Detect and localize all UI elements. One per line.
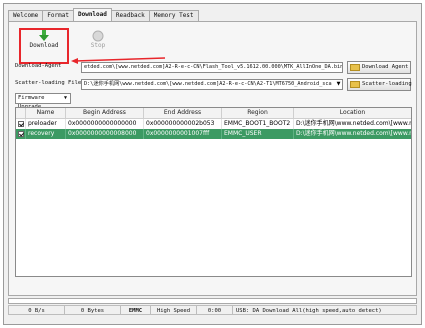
stop-icon: [92, 30, 104, 42]
status-speed: 0 B/s: [8, 305, 64, 315]
stop-button-label: Stop: [90, 42, 106, 49]
status-time: 0:00: [196, 305, 232, 315]
status-area: 0 B/s 0 Bytes EMMC High Speed 0:00 USB: …: [8, 298, 417, 316]
download-agent-field[interactable]: etded.com\[www.netded.com]A2-R-e-c-CN\Fl…: [81, 62, 343, 73]
status-mode: High Speed: [150, 305, 196, 315]
chevron-down-icon: ▼: [63, 95, 67, 101]
column-header-location: Location: [339, 109, 366, 116]
download-panel: Download Stop Download-Agent etded.com\[…: [8, 21, 417, 296]
row-begin: 0x0000000000008000: [66, 129, 144, 139]
tab-welcome[interactable]: Welcome: [8, 10, 44, 21]
progress-bar: [8, 298, 417, 304]
folder-icon: [350, 81, 360, 88]
column-header-begin: Begin Address: [66, 108, 144, 118]
row-name: recovery: [26, 129, 66, 139]
main-window: Welcome Format Download Readback Memory …: [3, 3, 422, 325]
row-region: EMMC_BOOT1_BOOT2: [222, 119, 294, 129]
status-info: USB: DA Download All(high speed,auto det…: [232, 305, 417, 315]
column-header-end: End Address: [144, 108, 222, 118]
row-location[interactable]: D:\迷你手机网\www.netded.com\[www.n...: [294, 119, 411, 129]
tab-readback[interactable]: Readback: [110, 10, 150, 21]
table-row[interactable]: recovery 0x0000000000008000 0x0000000001…: [16, 129, 411, 139]
column-header-check: [16, 108, 26, 118]
status-bar: 0 B/s 0 Bytes EMMC High Speed 0:00 USB: …: [8, 305, 417, 315]
row-checkbox[interactable]: [16, 119, 26, 129]
download-agent-button[interactable]: Download Agent: [347, 61, 411, 74]
row-begin: 0x0000000000000000: [66, 119, 144, 129]
tab-memory-test[interactable]: Memory Test: [148, 10, 199, 21]
row-region: EMMC_USER: [222, 129, 294, 139]
row-checkbox[interactable]: [16, 129, 26, 139]
column-header-name: Name: [26, 108, 66, 118]
scatter-loading-button-label: Scatter-loading: [362, 81, 412, 87]
scatter-loading-label: Scatter-loading File: [15, 80, 82, 86]
status-bytes: 0 Bytes: [64, 305, 120, 315]
column-header-region: Region: [222, 108, 294, 118]
chevron-down-icon[interactable]: ▼: [335, 80, 342, 89]
partition-table: Name Begin Address End Address Region Lo…: [15, 107, 412, 277]
row-name: preloader: [26, 119, 66, 129]
folder-icon: [350, 64, 360, 71]
status-storage: EMMC: [120, 305, 150, 315]
scatter-loading-field[interactable]: D:\迷你手机网\www.netded.com\[www.netded.com]…: [81, 79, 343, 90]
tab-format[interactable]: Format: [42, 10, 74, 21]
tab-bar: Welcome Format Download Readback Memory …: [8, 8, 199, 22]
download-agent-label: Download-Agent: [15, 63, 62, 69]
table-header: Name Begin Address End Address Region Lo…: [16, 108, 411, 119]
download-agent-button-label: Download Agent: [362, 64, 409, 70]
row-end: 0x0000000001007fff: [144, 129, 222, 139]
table-row[interactable]: preloader 0x0000000000000000 0x000000000…: [16, 119, 411, 129]
row-end: 0x000000000002b053: [144, 119, 222, 129]
tab-download[interactable]: Download: [72, 8, 112, 21]
scatter-loading-button[interactable]: Scatter-loading: [347, 78, 412, 91]
firmware-mode-select[interactable]: Firmware Upgrade ▼: [15, 93, 71, 110]
download-highlight-box: [19, 28, 69, 64]
stop-button[interactable]: Stop: [75, 30, 121, 54]
row-location[interactable]: D:\迷你手机网\www.netded.com\[www.n...: [294, 129, 411, 139]
